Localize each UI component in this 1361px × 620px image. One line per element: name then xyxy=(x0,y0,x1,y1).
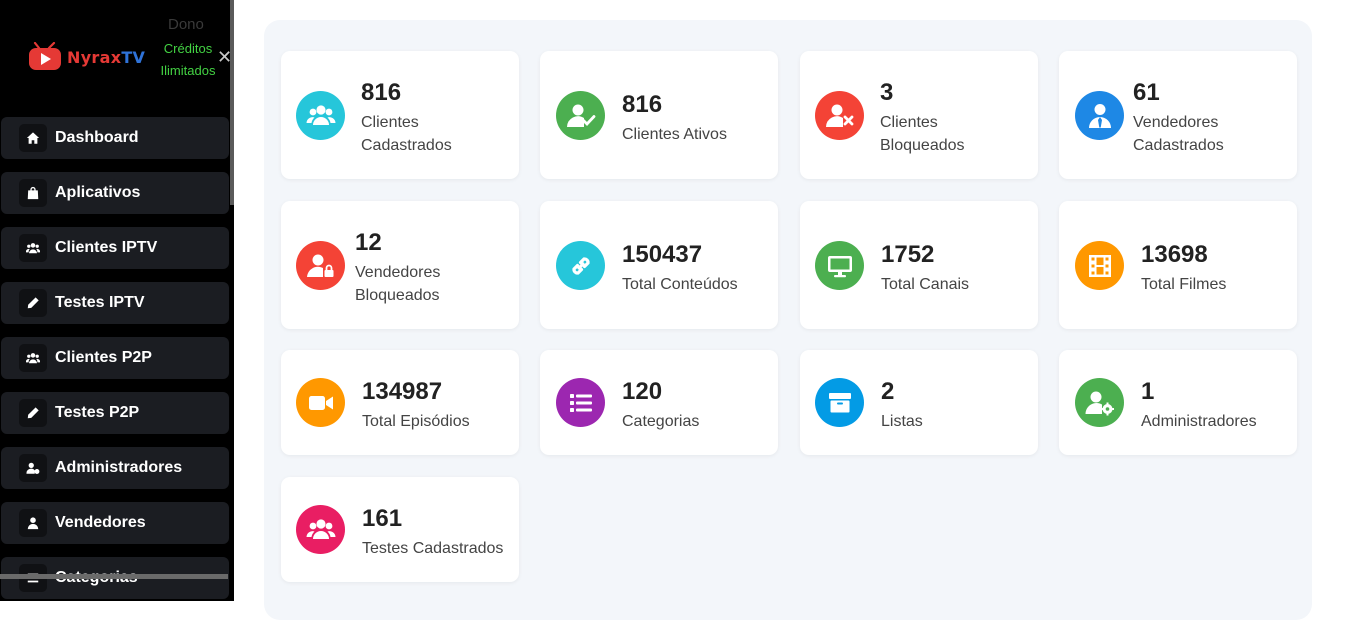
stat-value: 161 xyxy=(362,505,403,532)
sidebar-item-label: Clientes IPTV xyxy=(55,239,158,256)
stat-label: Vendedores Cadastrados xyxy=(1133,114,1224,154)
dashboard-panel: 816 Clientes Cadastrados 816 Clientes At… xyxy=(264,20,1312,620)
stat-card-categorias[interactable]: 120 Categorias xyxy=(540,350,778,455)
stat-value: 134987 xyxy=(362,378,443,405)
stat-value: 816 xyxy=(622,91,663,118)
sidebar-item-testes-iptv[interactable]: Testes IPTV xyxy=(1,282,229,324)
sidebar-item-label: Dashboard xyxy=(55,129,139,146)
stat-card-testes-cadastrados[interactable]: 161 Testes Cadastrados xyxy=(281,477,519,582)
pencil-icon xyxy=(19,289,47,317)
users-group-icon xyxy=(296,91,345,140)
credits-info: Créditos Ilimitados xyxy=(150,38,226,82)
stat-value: 61 xyxy=(1133,79,1160,106)
user-tie-icon xyxy=(1075,91,1124,140)
user-lock-icon xyxy=(296,241,345,290)
stat-card-vendedores-cadastrados[interactable]: 61 Vendedores Cadastrados xyxy=(1059,51,1297,179)
sidebar-item-vendedores[interactable]: Vendedores xyxy=(1,502,229,544)
stat-card-clientes-bloqueados[interactable]: 3 Clientes Bloqueados xyxy=(800,51,1038,179)
stat-card-vendedores-bloqueados[interactable]: 12 Vendedores Bloqueados xyxy=(281,201,519,329)
tv-icon xyxy=(815,241,864,290)
sidebar: NyraxTV Dono Créditos Ilimitados ✕ Dashb… xyxy=(0,0,234,601)
stat-label: Clientes Cadastrados xyxy=(361,114,452,154)
stat-label: Total Conteúdos xyxy=(622,276,738,293)
stat-label: Listas xyxy=(881,413,923,430)
stat-value: 3 xyxy=(880,79,894,106)
stat-label: Categorias xyxy=(622,413,700,430)
stat-card-total-filmes[interactable]: 13698 Total Filmes xyxy=(1059,201,1297,329)
users-group-icon xyxy=(296,505,345,554)
video-camera-icon xyxy=(296,378,345,427)
stat-card-total-canais[interactable]: 1752 Total Canais xyxy=(800,201,1038,329)
user-check-icon xyxy=(556,91,605,140)
stat-label: Clientes Ativos xyxy=(622,126,727,143)
stat-card-clientes-ativos[interactable]: 816 Clientes Ativos xyxy=(540,51,778,179)
stat-value: 1752 xyxy=(881,241,935,268)
pencil-icon xyxy=(19,399,47,427)
brand-logo[interactable]: NyraxTV xyxy=(28,40,145,74)
stat-label: Total Episódios xyxy=(362,413,470,430)
stat-label: Total Filmes xyxy=(1141,276,1227,293)
stat-value: 120 xyxy=(622,378,663,405)
sidebar-horizontal-scrollbar[interactable] xyxy=(0,574,228,579)
stat-card-total-episodios[interactable]: 134987 Total Episódios xyxy=(281,350,519,455)
stat-value: 13698 xyxy=(1141,241,1208,268)
brand-name: NyraxTV xyxy=(67,47,146,67)
users-icon xyxy=(19,234,47,262)
stat-card-administradores[interactable]: 1 Administradores xyxy=(1059,350,1297,455)
home-icon xyxy=(19,124,47,152)
sidebar-item-aplicativos[interactable]: Aplicativos xyxy=(1,172,229,214)
stat-label: Total Canais xyxy=(881,276,970,293)
stat-label: Testes Cadastrados xyxy=(362,540,504,557)
link-icon xyxy=(556,241,605,290)
sidebar-item-clientes-iptv[interactable]: Clientes IPTV xyxy=(1,227,229,269)
stat-card-clientes-cadastrados[interactable]: 816 Clientes Cadastrados xyxy=(281,51,519,179)
user-icon xyxy=(19,509,47,537)
stat-label: Clientes Bloqueados xyxy=(880,114,965,154)
sidebar-item-administradores[interactable]: Administradores xyxy=(1,447,229,489)
sidebar-item-label: Clientes P2P xyxy=(55,349,152,366)
sidebar-item-label: Testes P2P xyxy=(55,404,140,421)
user-gear-icon xyxy=(1075,378,1124,427)
sidebar-item-testes-p2p[interactable]: Testes P2P xyxy=(1,392,229,434)
film-icon xyxy=(1075,241,1124,290)
user-gear-icon xyxy=(19,454,47,482)
sidebar-item-label: Testes IPTV xyxy=(55,294,145,311)
users-icon xyxy=(19,344,47,372)
sidebar-vertical-scrollbar[interactable] xyxy=(230,0,234,205)
stat-card-total-conteudos[interactable]: 150437 Total Conteúdos xyxy=(540,201,778,329)
stat-card-listas[interactable]: 2 Listas xyxy=(800,350,1038,455)
credits-line-1: Créditos xyxy=(163,41,213,56)
stat-value: 816 xyxy=(361,79,402,106)
user-role: Dono xyxy=(168,16,204,33)
stat-value: 150437 xyxy=(622,241,703,268)
bag-icon xyxy=(19,179,47,207)
stat-value: 1 xyxy=(1141,378,1155,405)
credits-line-2: Ilimitados xyxy=(160,63,216,78)
sidebar-item-clientes-p2p[interactable]: Clientes P2P xyxy=(1,337,229,379)
stat-value: 12 xyxy=(355,229,382,256)
stat-value: 2 xyxy=(881,378,895,405)
stat-label: Administradores xyxy=(1141,413,1257,430)
sidebar-item-label: Administradores xyxy=(55,459,183,476)
sidebar-item-label: Aplicativos xyxy=(55,184,141,201)
stat-label: Vendedores Bloqueados xyxy=(355,264,441,304)
list-icon xyxy=(556,378,605,427)
sidebar-item-dashboard[interactable]: Dashboard xyxy=(1,117,229,159)
tv-logo-icon xyxy=(29,42,61,70)
sidebar-item-label: Vendedores xyxy=(55,514,146,531)
box-icon xyxy=(815,378,864,427)
user-x-icon xyxy=(815,91,864,140)
